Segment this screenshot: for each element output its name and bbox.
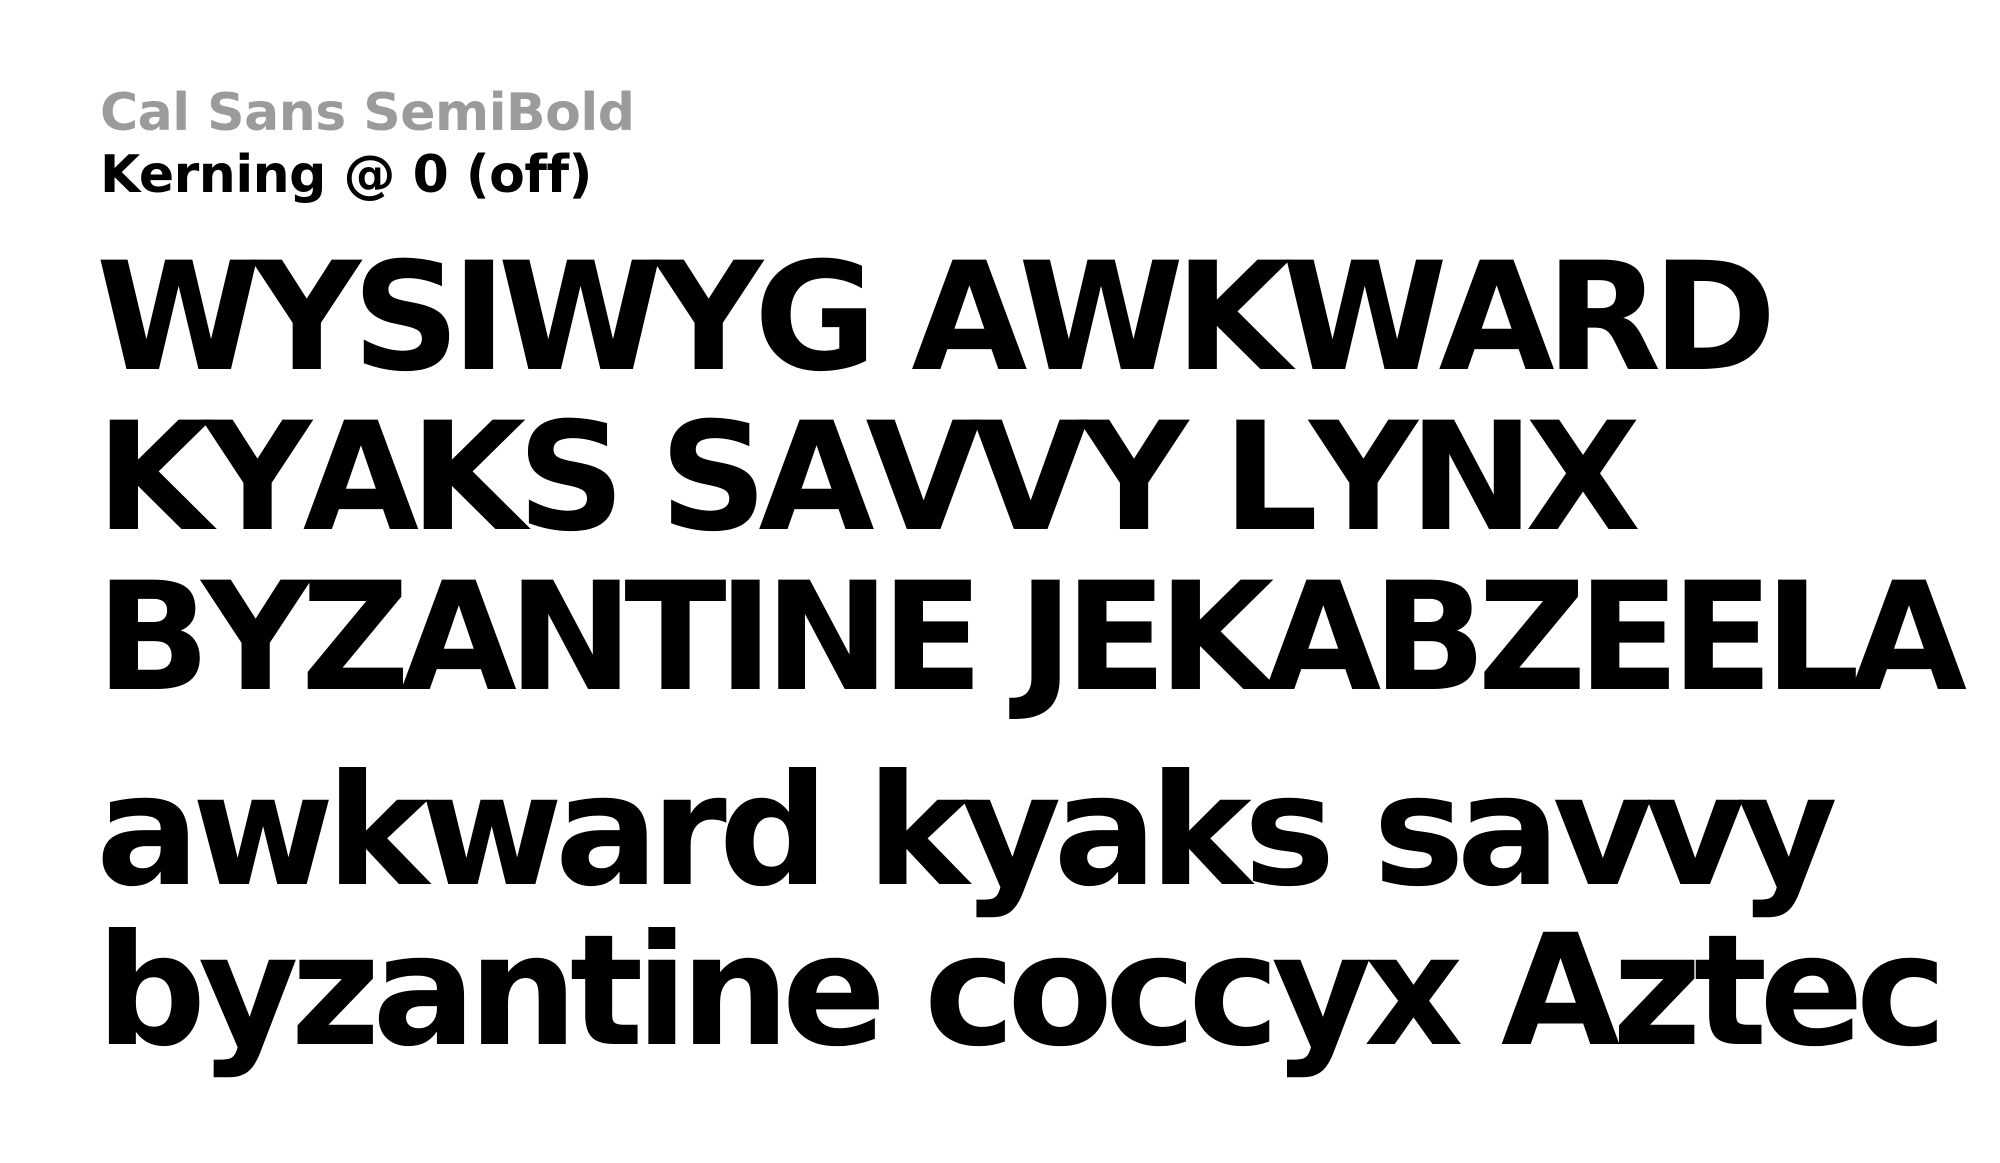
specimen-header: Cal Sans SemiBold Kerning @ 0 (off) bbox=[100, 82, 635, 206]
kerning-setting-label: Kerning @ 0 (off) bbox=[100, 145, 592, 205]
uppercase-sample-line-1: WYSIWYG AWKWARD bbox=[96, 231, 1777, 405]
uppercase-sample-line-3: BYZANTINE JEKABZEELA bbox=[96, 551, 1967, 725]
uppercase-sample-line-2: KYAKS SAVVY LYNX bbox=[96, 391, 1641, 565]
lowercase-sample-line-1: awkward kyaks savvy bbox=[96, 742, 1838, 921]
lowercase-sample-line-2: byzantine coccyx Aztec bbox=[96, 902, 1947, 1081]
font-name-title: Cal Sans SemiBold bbox=[100, 83, 635, 143]
